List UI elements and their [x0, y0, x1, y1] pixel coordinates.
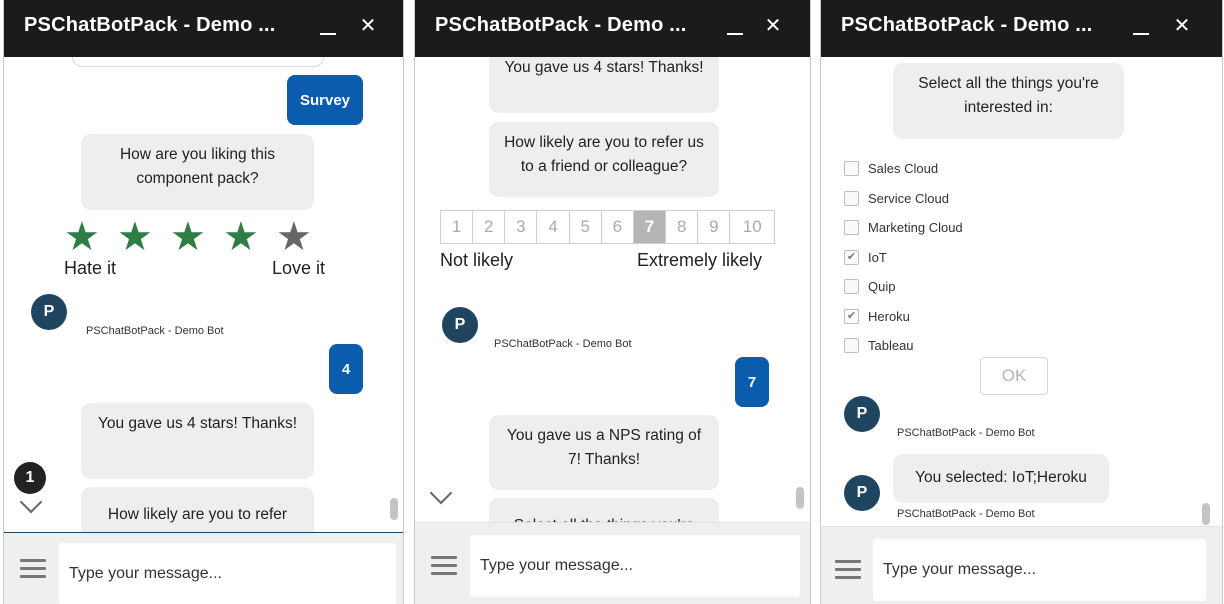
checkbox-iot[interactable]: ✔	[844, 250, 859, 265]
checkbox-service-cloud[interactable]	[844, 191, 859, 206]
nps-option-4[interactable]: 4	[537, 211, 570, 243]
unread-count-badge[interactable]: 1	[14, 462, 46, 494]
chat-header: PSChatBotPack - Demo ... ✕	[4, 0, 403, 57]
chat-body: Survey How are you liking this component…	[4, 57, 403, 532]
minimize-icon[interactable]	[727, 19, 743, 35]
nps-option-10[interactable]: 10	[730, 211, 775, 243]
hamburger-menu-icon[interactable]	[431, 556, 457, 576]
hamburger-menu-icon[interactable]	[835, 560, 861, 580]
bot-message-bubble: How likely are you to refer	[81, 487, 314, 532]
chat-body: Select all the things you're interested …	[821, 57, 1222, 532]
bot-name-label: PSChatBotPack - Demo Bot	[897, 508, 1035, 520]
chat-window-1: PSChatBotPack - Demo ... ✕ Survey How ar…	[3, 0, 404, 604]
star-icon-4[interactable]: ★	[223, 217, 259, 257]
ok-button[interactable]: OK	[980, 357, 1048, 395]
chat-title: PSChatBotPack - Demo ...	[841, 14, 1093, 36]
previous-message-bubble	[72, 57, 324, 67]
checkbox-label: Heroku	[868, 309, 910, 324]
bot-avatar: P	[31, 294, 67, 330]
checkbox-tableau[interactable]	[844, 338, 859, 353]
chat-header: PSChatBotPack - Demo ... ✕	[415, 0, 810, 57]
nps-option-2[interactable]: 2	[473, 211, 506, 243]
scrollbar-thumb[interactable]	[796, 487, 804, 509]
nps-option-9[interactable]: 9	[698, 211, 731, 243]
checkbox-label: Service Cloud	[868, 191, 949, 206]
chat-body: You gave us 4 stars! Thanks! How likely …	[415, 57, 810, 532]
bot-message-bubble: How likely are you to refer us to a frie…	[489, 122, 719, 197]
chat-title: PSChatBotPack - Demo ...	[24, 14, 276, 36]
bot-name-label: PSChatBotPack - Demo Bot	[494, 338, 632, 350]
close-icon[interactable]: ✕	[1173, 16, 1191, 36]
close-icon[interactable]: ✕	[359, 16, 377, 36]
user-message-bubble: 7	[735, 357, 769, 407]
scrollbar-thumb[interactable]	[1202, 503, 1210, 525]
close-icon[interactable]: ✕	[764, 16, 782, 36]
checkbox-marketing-cloud[interactable]	[844, 220, 859, 235]
not-likely-label: Not likely	[440, 250, 514, 270]
user-message-bubble: Survey	[287, 75, 363, 125]
scrollbar-thumb[interactable]	[390, 498, 398, 520]
message-input[interactable]	[59, 543, 396, 604]
minimize-icon[interactable]	[1133, 19, 1149, 35]
checkbox-label: IoT	[868, 250, 887, 265]
chat-window-2: PSChatBotPack - Demo ... ✕ You gave us 4…	[414, 0, 811, 604]
checkbox-quip[interactable]	[844, 279, 859, 294]
bot-message-bubble: You gave us 4 stars! Thanks!	[81, 403, 314, 479]
nps-option-7[interactable]: 7	[633, 211, 667, 243]
hamburger-menu-icon[interactable]	[20, 559, 46, 579]
chat-footer	[821, 526, 1222, 604]
love-it-label: Love it	[272, 258, 326, 278]
bot-message-bubble: You gave us 4 stars! Thanks!	[489, 57, 719, 113]
nps-option-6[interactable]: 6	[601, 211, 634, 243]
chat-footer	[415, 522, 810, 604]
hate-it-label: Hate it	[64, 258, 117, 278]
user-message-bubble: 4	[329, 344, 363, 394]
nps-option-5[interactable]: 5	[569, 211, 602, 243]
checkbox-heroku[interactable]: ✔	[844, 309, 859, 324]
checkbox-label: Tableau	[868, 338, 914, 353]
nps-option-1[interactable]: 1	[441, 211, 474, 243]
bot-message-bubble: You selected: IoT;Heroku	[893, 454, 1109, 503]
checkbox-label: Quip	[868, 279, 896, 294]
chat-window-3: PSChatBotPack - Demo ... ✕ Select all th…	[820, 0, 1223, 604]
bot-message-bubble: How are you liking this component pack?	[81, 134, 314, 210]
chevron-down-icon[interactable]	[19, 490, 43, 514]
checkbox-label: Sales Cloud	[868, 161, 939, 176]
star-icon-2[interactable]: ★	[117, 217, 153, 257]
bot-message-bubble: You gave us a NPS rating of 7! Thanks!	[489, 415, 719, 490]
bot-avatar: P	[442, 307, 478, 343]
message-input[interactable]	[873, 539, 1206, 601]
bot-avatar: P	[844, 396, 880, 432]
chat-header: PSChatBotPack - Demo ... ✕	[821, 0, 1222, 57]
nps-rating-scale: 1 2 3 4 5 6 7 8 9 10	[440, 210, 775, 244]
checkbox-label: Marketing Cloud	[868, 220, 963, 235]
bot-name-label: PSChatBotPack - Demo Bot	[86, 325, 224, 337]
nps-option-3[interactable]: 3	[505, 211, 538, 243]
chat-footer	[4, 532, 403, 604]
checkbox-sales-cloud[interactable]	[844, 161, 859, 176]
nps-option-8[interactable]: 8	[666, 211, 699, 243]
bot-message-bubble: Select all the things you're interested …	[893, 63, 1124, 139]
chevron-down-icon[interactable]	[429, 481, 453, 505]
chat-title: PSChatBotPack - Demo ...	[435, 14, 687, 36]
bot-avatar: P	[844, 475, 880, 511]
message-input[interactable]	[470, 535, 800, 597]
star-icon-1[interactable]: ★	[64, 217, 100, 257]
bot-name-label: PSChatBotPack - Demo Bot	[897, 427, 1035, 439]
minimize-icon[interactable]	[320, 19, 336, 35]
star-icon-3[interactable]: ★	[170, 217, 206, 257]
star-icon-5[interactable]: ★	[276, 217, 312, 257]
extremely-likely-label: Extremely likely	[637, 250, 763, 270]
